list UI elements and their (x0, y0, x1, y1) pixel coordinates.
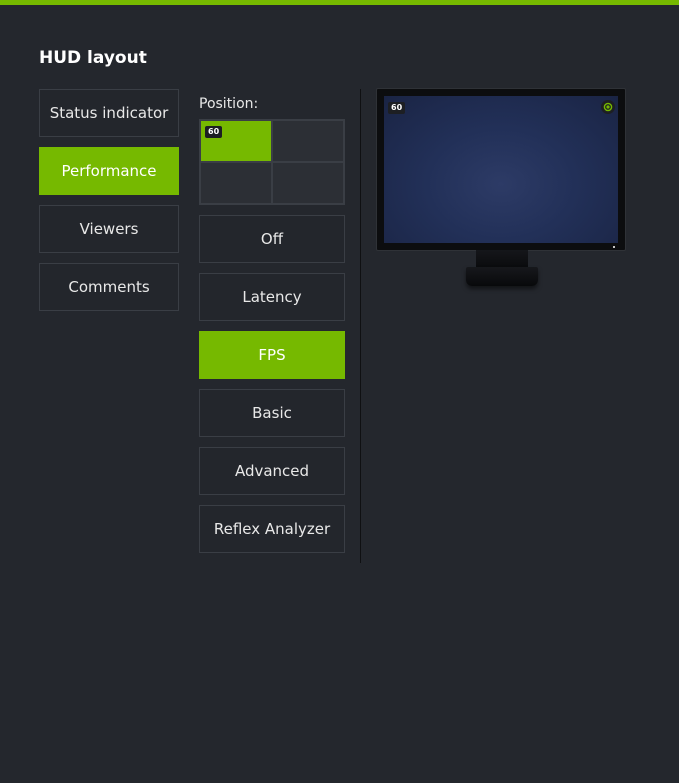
position-bottom-right-cell[interactable] (273, 163, 343, 203)
recording-status-icon (601, 100, 615, 114)
position-top-left-cell[interactable]: 60 (201, 121, 271, 161)
monitor-preview: 60 (376, 88, 626, 288)
option-reflex-analyzer-button[interactable]: Reflex Analyzer (199, 505, 345, 553)
category-performance-button[interactable]: Performance (39, 147, 179, 195)
option-basic-button[interactable]: Basic (199, 389, 345, 437)
option-fps-button[interactable]: FPS (199, 331, 345, 379)
monitor-stand-base (466, 267, 538, 286)
top-accent-bar (0, 0, 679, 5)
power-led (613, 246, 615, 248)
category-comments-button[interactable]: Comments (39, 263, 179, 311)
option-latency-button[interactable]: Latency (199, 273, 345, 321)
position-fps-badge: 60 (205, 126, 223, 138)
position-label: Position: (199, 96, 259, 112)
monitor-bezel: 60 (376, 88, 626, 251)
preview-fps-badge: 60 (388, 102, 406, 114)
position-grid: 60 (199, 119, 345, 205)
monitor-screen: 60 (384, 96, 618, 243)
position-top-right-cell[interactable] (273, 121, 343, 161)
category-status-indicator-button[interactable]: Status indicator (39, 89, 179, 137)
vertical-divider (360, 89, 361, 563)
category-viewers-button[interactable]: Viewers (39, 205, 179, 253)
page-title: HUD layout (39, 48, 147, 68)
position-bottom-left-cell[interactable] (201, 163, 271, 203)
option-off-button[interactable]: Off (199, 215, 345, 263)
option-advanced-button[interactable]: Advanced (199, 447, 345, 495)
monitor-stand-neck (476, 250, 528, 268)
